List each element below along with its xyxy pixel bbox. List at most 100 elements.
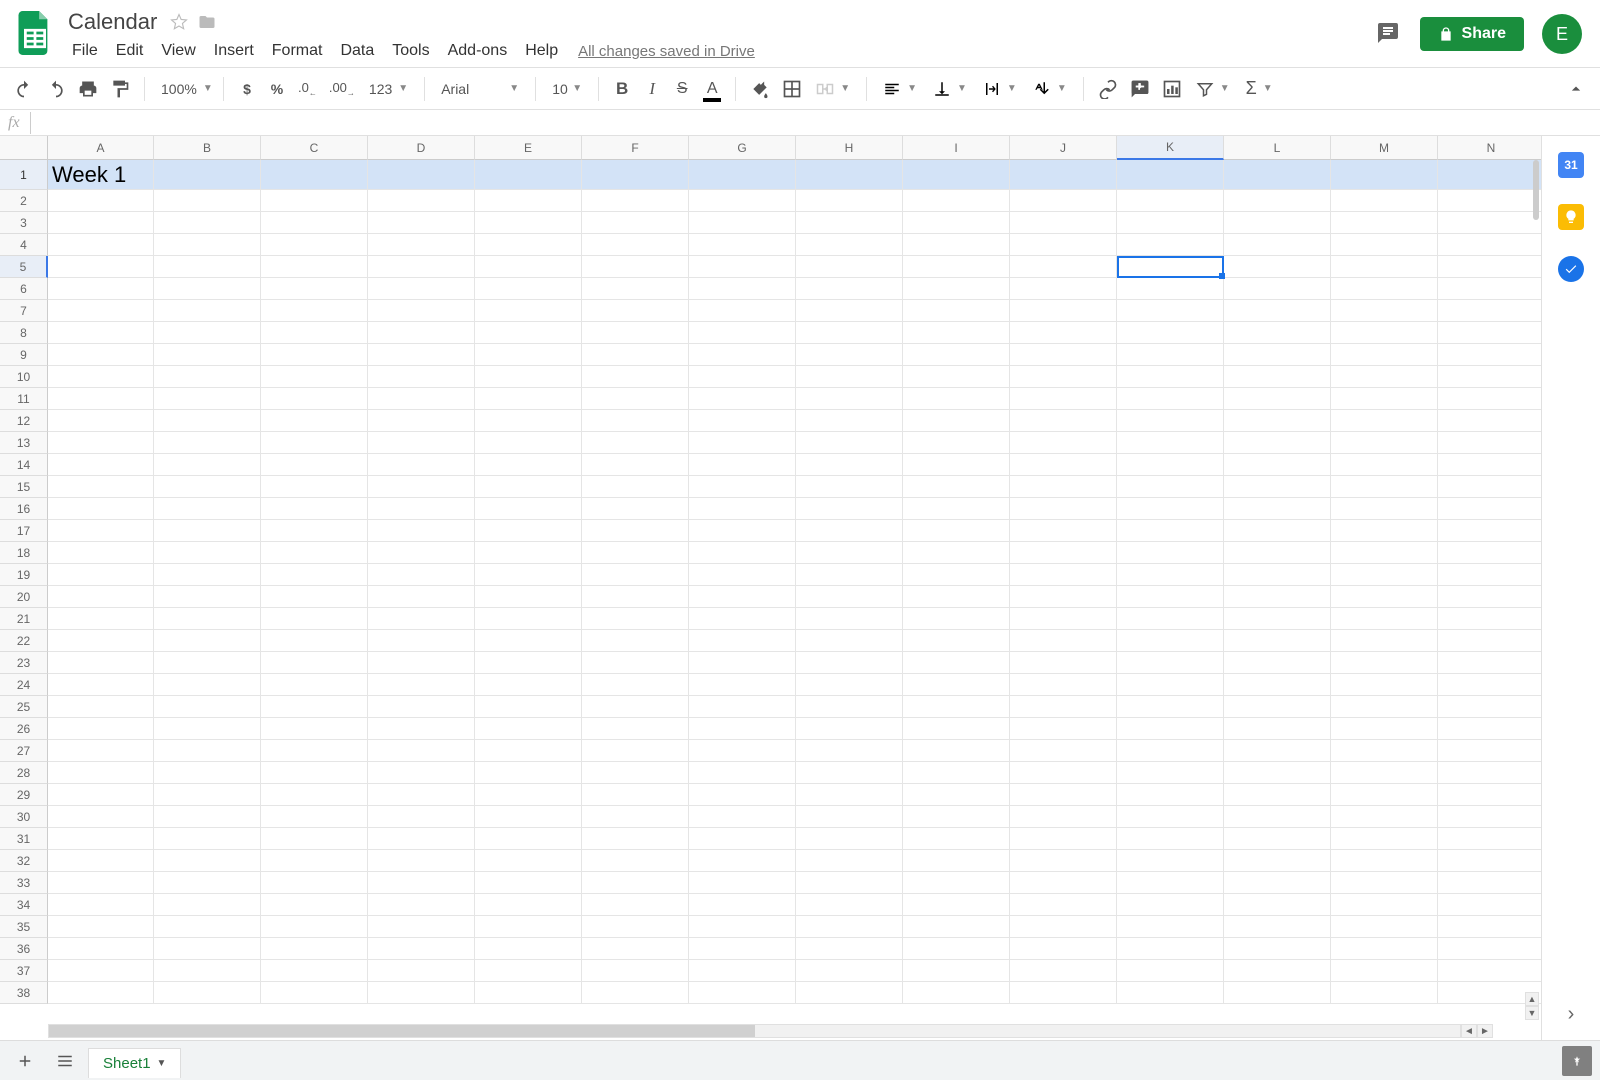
cell-M31[interactable] [1331, 828, 1438, 850]
row-header-19[interactable]: 19 [0, 564, 48, 586]
cell-E36[interactable] [475, 938, 582, 960]
cell-M33[interactable] [1331, 872, 1438, 894]
cell-H13[interactable] [796, 432, 903, 454]
cell-L28[interactable] [1224, 762, 1331, 784]
increase-decimal-icon[interactable]: .00→ [325, 75, 359, 103]
cell-N9[interactable] [1438, 344, 1541, 366]
cell-K31[interactable] [1117, 828, 1224, 850]
row-header-26[interactable]: 26 [0, 718, 48, 740]
cell-I5[interactable] [903, 256, 1010, 278]
cell-G38[interactable] [689, 982, 796, 1004]
cell-M24[interactable] [1331, 674, 1438, 696]
cell-N30[interactable] [1438, 806, 1541, 828]
cell-B16[interactable] [154, 498, 261, 520]
cell-A35[interactable] [48, 916, 154, 938]
cell-F34[interactable] [582, 894, 689, 916]
cell-D18[interactable] [368, 542, 475, 564]
cell-A15[interactable] [48, 476, 154, 498]
cell-F2[interactable] [582, 190, 689, 212]
cell-E5[interactable] [475, 256, 582, 278]
cell-F19[interactable] [582, 564, 689, 586]
cell-H26[interactable] [796, 718, 903, 740]
cell-L8[interactable] [1224, 322, 1331, 344]
cell-M29[interactable] [1331, 784, 1438, 806]
cell-C5[interactable] [261, 256, 368, 278]
cell-I27[interactable] [903, 740, 1010, 762]
cell-C26[interactable] [261, 718, 368, 740]
cell-A29[interactable] [48, 784, 154, 806]
col-header-C[interactable]: C [261, 136, 368, 160]
cell-H1[interactable] [796, 160, 903, 190]
cell-I31[interactable] [903, 828, 1010, 850]
cell-G5[interactable] [689, 256, 796, 278]
cell-M2[interactable] [1331, 190, 1438, 212]
cell-M6[interactable] [1331, 278, 1438, 300]
cell-L10[interactable] [1224, 366, 1331, 388]
cell-E18[interactable] [475, 542, 582, 564]
cell-H5[interactable] [796, 256, 903, 278]
cell-J27[interactable] [1010, 740, 1117, 762]
cell-M27[interactable] [1331, 740, 1438, 762]
cell-G9[interactable] [689, 344, 796, 366]
cell-L6[interactable] [1224, 278, 1331, 300]
cell-F32[interactable] [582, 850, 689, 872]
cell-N37[interactable] [1438, 960, 1541, 982]
cell-F37[interactable] [582, 960, 689, 982]
cell-B24[interactable] [154, 674, 261, 696]
cell-N31[interactable] [1438, 828, 1541, 850]
cell-L5[interactable] [1224, 256, 1331, 278]
collapse-toolbar-icon[interactable] [1562, 75, 1590, 103]
cell-I21[interactable] [903, 608, 1010, 630]
cell-K5[interactable] [1117, 256, 1224, 278]
sheets-logo-icon[interactable] [14, 12, 56, 54]
cell-I34[interactable] [903, 894, 1010, 916]
cell-B23[interactable] [154, 652, 261, 674]
cell-J24[interactable] [1010, 674, 1117, 696]
cell-M4[interactable] [1331, 234, 1438, 256]
cell-H15[interactable] [796, 476, 903, 498]
cell-B7[interactable] [154, 300, 261, 322]
cell-G1[interactable] [689, 160, 796, 190]
cell-N20[interactable] [1438, 586, 1541, 608]
cell-I29[interactable] [903, 784, 1010, 806]
row-header-37[interactable]: 37 [0, 960, 48, 982]
cell-J26[interactable] [1010, 718, 1117, 740]
cell-D31[interactable] [368, 828, 475, 850]
cell-L29[interactable] [1224, 784, 1331, 806]
cell-N19[interactable] [1438, 564, 1541, 586]
cell-C34[interactable] [261, 894, 368, 916]
explore-icon[interactable] [1562, 1046, 1592, 1076]
cell-C7[interactable] [261, 300, 368, 322]
cell-A22[interactable] [48, 630, 154, 652]
menu-format[interactable]: Format [264, 38, 331, 64]
cell-L26[interactable] [1224, 718, 1331, 740]
cell-L11[interactable] [1224, 388, 1331, 410]
scroll-up-icon[interactable]: ▲ [1525, 992, 1539, 1006]
cell-J17[interactable] [1010, 520, 1117, 542]
cell-B29[interactable] [154, 784, 261, 806]
cell-A14[interactable] [48, 454, 154, 476]
cell-H17[interactable] [796, 520, 903, 542]
cell-H33[interactable] [796, 872, 903, 894]
menu-help[interactable]: Help [517, 38, 566, 64]
cell-A11[interactable] [48, 388, 154, 410]
cell-G10[interactable] [689, 366, 796, 388]
cell-A2[interactable] [48, 190, 154, 212]
cell-I8[interactable] [903, 322, 1010, 344]
add-sheet-icon[interactable] [8, 1046, 42, 1076]
cell-I33[interactable] [903, 872, 1010, 894]
cell-H30[interactable] [796, 806, 903, 828]
cell-C4[interactable] [261, 234, 368, 256]
cell-G19[interactable] [689, 564, 796, 586]
cell-G24[interactable] [689, 674, 796, 696]
cell-D12[interactable] [368, 410, 475, 432]
cell-A4[interactable] [48, 234, 154, 256]
cell-K21[interactable] [1117, 608, 1224, 630]
cell-C21[interactable] [261, 608, 368, 630]
cell-G23[interactable] [689, 652, 796, 674]
cell-H6[interactable] [796, 278, 903, 300]
cell-C31[interactable] [261, 828, 368, 850]
cell-N27[interactable] [1438, 740, 1541, 762]
cell-G17[interactable] [689, 520, 796, 542]
row-header-9[interactable]: 9 [0, 344, 48, 366]
